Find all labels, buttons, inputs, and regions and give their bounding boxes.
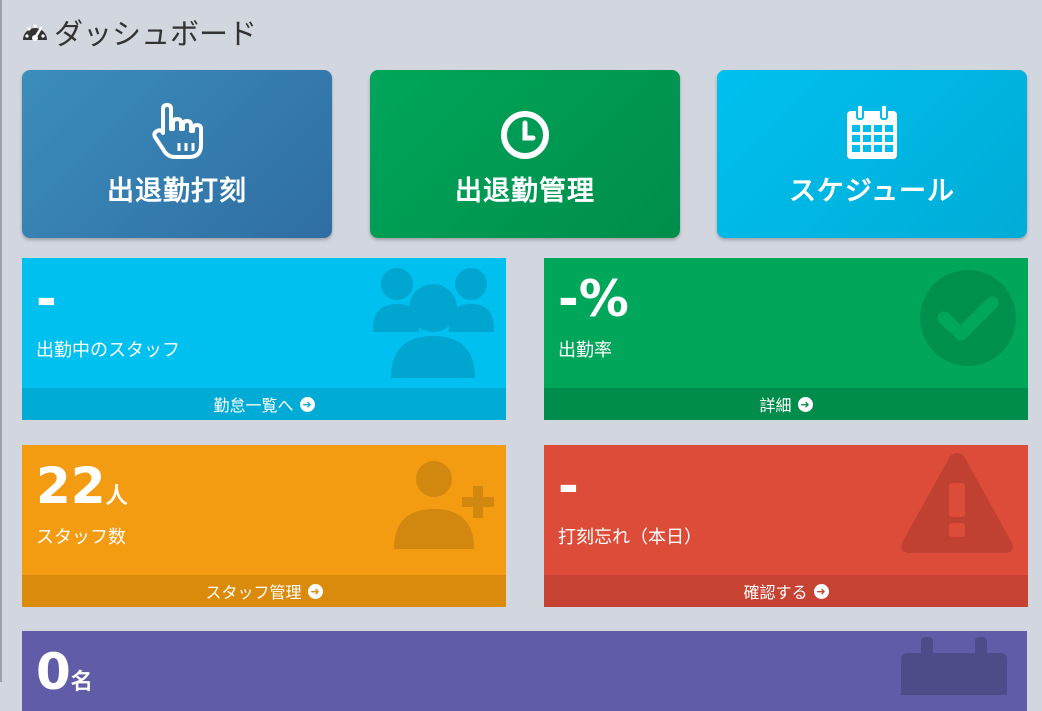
working-staff-caption: 出勤中のスタッフ [36, 340, 180, 361]
working-staff-value: - [36, 270, 57, 328]
arrow-circle-right-icon: ➜ [299, 396, 315, 412]
working-staff-box: - 出勤中のスタッフ 勤怠一覧へ ➜ [22, 258, 506, 420]
hand-pointer-icon [149, 101, 205, 161]
staff-count-box: 22人 スタッフ数 スタッフ管理 ➜ [22, 445, 506, 607]
staff-count-footer-label: スタッフ管理 [205, 583, 302, 602]
working-staff-footer-label: 勤怠一覧へ [213, 396, 294, 415]
arrow-circle-right-icon: ➜ [813, 583, 829, 599]
page-header: ダッシュボード [20, 12, 257, 52]
working-staff-footer-link[interactable]: 勤怠一覧へ ➜ [22, 388, 506, 420]
bottom-count-unit: 名 [70, 670, 93, 695]
bottom-count-box: 0名 [22, 631, 1027, 711]
schedule-tile-label: スケジュール [788, 175, 956, 207]
staff-count-caption: スタッフ数 [36, 527, 126, 548]
clock-icon [499, 101, 551, 161]
calendar-icon [899, 635, 1009, 711]
attendance-rate-box: -% 出勤率 詳細 ➜ [544, 258, 1028, 420]
arrow-circle-right-icon: ➜ [307, 583, 323, 599]
check-circle-icon [918, 268, 1018, 372]
attendance-rate-value: -% [558, 270, 629, 328]
attendance-rate-footer-link[interactable]: 詳細 ➜ [544, 388, 1028, 420]
attendance-rate-caption: 出勤率 [558, 340, 612, 361]
bottom-count-number: 0 [36, 643, 71, 701]
staff-count-number: 22 [36, 457, 106, 515]
forgot-punch-caption: 打刻忘れ（本日） [558, 527, 702, 548]
forgot-punch-footer-link[interactable]: 確認する ➜ [544, 575, 1028, 607]
users-icon [371, 262, 496, 384]
forgot-punch-footer-label: 確認する [743, 583, 808, 602]
attendance-management-tile-label: 出退勤管理 [455, 175, 595, 207]
bottom-count-value: 0名 [36, 647, 93, 697]
staff-count-footer-link[interactable]: スタッフ管理 ➜ [22, 575, 506, 607]
punch-tile-button[interactable]: 出退勤打刻 [22, 70, 332, 238]
warning-icon [898, 449, 1016, 561]
staff-count-unit: 人 [105, 484, 128, 509]
calendar-icon [845, 101, 899, 161]
attendance-management-tile-button[interactable]: 出退勤管理 [370, 70, 680, 238]
staff-count-value: 22人 [36, 461, 128, 511]
attendance-rate-footer-label: 詳細 [759, 396, 792, 415]
punch-tile-label: 出退勤打刻 [107, 175, 247, 207]
user-plus-icon [392, 459, 496, 555]
dashboard-icon [20, 16, 52, 48]
arrow-circle-right-icon: ➜ [797, 396, 813, 412]
schedule-tile-button[interactable]: スケジュール [717, 70, 1027, 238]
forgot-punch-value: - [558, 457, 579, 515]
page-title: ダッシュボード [54, 17, 258, 51]
forgot-punch-box: - 打刻忘れ（本日） 確認する ➜ [544, 445, 1028, 607]
